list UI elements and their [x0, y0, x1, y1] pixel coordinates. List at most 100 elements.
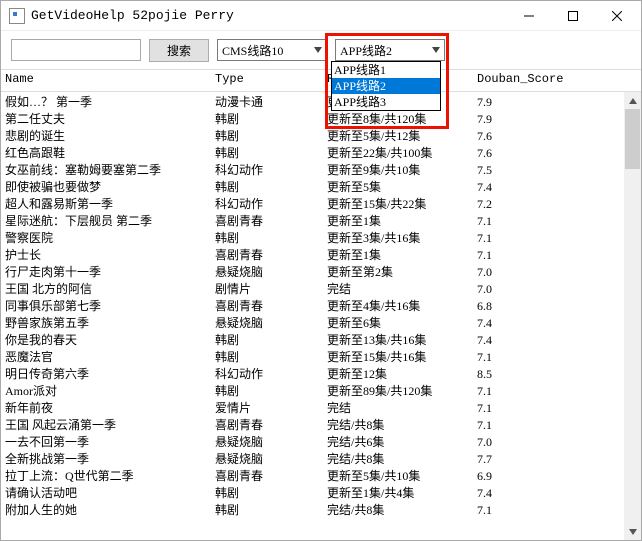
table-row[interactable]: 王国 风起云涌第一季喜剧青春完结/共8集7.1 — [1, 415, 641, 432]
cell-remarks: 更新至3集/共16集 — [323, 228, 473, 245]
vertical-scrollbar[interactable] — [624, 92, 641, 540]
cell-score: 7.1 — [473, 398, 603, 415]
cell-name: 女巫前线：塞勒姆要塞第二季 — [1, 160, 211, 177]
table-row[interactable]: 行尸走肉第十一季悬疑烧脑更新至第2集7.0 — [1, 262, 641, 279]
maximize-icon — [568, 11, 578, 21]
table-row[interactable]: 悲剧的诞生韩剧更新至5集/共12集7.6 — [1, 126, 641, 143]
cell-score: 7.1 — [473, 245, 603, 262]
cell-name: 王国 风起云涌第一季 — [1, 415, 211, 432]
cell-remarks: 更新至13集/共16集 — [323, 330, 473, 347]
cell-score: 7.6 — [473, 126, 603, 143]
table-row[interactable]: 红色高跟鞋韩剧更新至22集/共100集7.6 — [1, 143, 641, 160]
cell-remarks: 更新至12集 — [323, 364, 473, 381]
cell-score: 7.1 — [473, 381, 603, 398]
chevron-down-icon — [310, 40, 326, 60]
cell-type: 韩剧 — [211, 483, 323, 500]
table-row[interactable]: 即使被骗也要做梦韩剧更新至5集7.4 — [1, 177, 641, 194]
cell-name: Amor派对 — [1, 381, 211, 398]
table-row[interactable]: 你是我的春天韩剧更新至13集/共16集7.4 — [1, 330, 641, 347]
table-row[interactable]: 拉丁上流：Q世代第二季喜剧青春更新至5集/共10集6.9 — [1, 466, 641, 483]
cell-type: 悬疑烧脑 — [211, 313, 323, 330]
dropdown-item[interactable]: APP线路3 — [332, 94, 440, 110]
column-header-score[interactable]: Douban_Score — [473, 70, 603, 91]
table-row[interactable]: 野兽家族第五季悬疑烧脑更新至6集7.4 — [1, 313, 641, 330]
table-row[interactable]: Amor派对韩剧更新至89集/共120集7.1 — [1, 381, 641, 398]
cell-type: 悬疑烧脑 — [211, 432, 323, 449]
cell-score: 7.6 — [473, 143, 603, 160]
app-route-select[interactable]: APP线路2 — [335, 39, 445, 61]
listview-body[interactable]: 假如…？ 第一季动漫卡通更新至2集/共10集7.9第二任丈夫韩剧更新至8集/共1… — [1, 92, 641, 532]
cell-type: 爱情片 — [211, 398, 323, 415]
app-icon — [9, 8, 25, 24]
table-row[interactable]: 星际迷航：下层舰员 第二季喜剧青春更新至1集7.1 — [1, 211, 641, 228]
cell-remarks: 完结 — [323, 279, 473, 296]
cell-remarks: 更新至第2集 — [323, 262, 473, 279]
cell-score: 6.9 — [473, 466, 603, 483]
cell-remarks: 更新至1集/共4集 — [323, 483, 473, 500]
cell-score: 7.5 — [473, 160, 603, 177]
cell-remarks: 更新至9集/共10集 — [323, 160, 473, 177]
table-row[interactable]: 女巫前线：塞勒姆要塞第二季科幻动作更新至9集/共10集7.5 — [1, 160, 641, 177]
cell-type: 韩剧 — [211, 143, 323, 160]
app-window: GetVideoHelp 52pojie Perry 搜索 CMS线路10 AP… — [0, 0, 642, 541]
app-route-dropdown[interactable]: APP线路1APP线路2APP线路3 — [331, 61, 441, 111]
column-header-name[interactable]: Name — [1, 70, 211, 91]
table-row[interactable]: 王国 北方的阿信剧情片完结7.0 — [1, 279, 641, 296]
table-row[interactable]: 附加人生的她韩剧完结/共8集7.1 — [1, 500, 641, 517]
video-listview[interactable]: Name Type Remarks Douban_Score 假如…？ 第一季动… — [1, 69, 641, 540]
cell-score: 6.8 — [473, 296, 603, 313]
table-row[interactable]: 同事俱乐部第七季喜剧青春更新至4集/共16集6.8 — [1, 296, 641, 313]
cell-score: 7.9 — [473, 109, 603, 126]
cell-score: 7.0 — [473, 279, 603, 296]
cell-type: 喜剧青春 — [211, 245, 323, 262]
table-row[interactable]: 警察医院韩剧更新至3集/共16集7.1 — [1, 228, 641, 245]
table-row[interactable]: 新年前夜爱情片完结7.1 — [1, 398, 641, 415]
cell-score: 7.0 — [473, 262, 603, 279]
table-row[interactable]: 第二任丈夫韩剧更新至8集/共120集7.9 — [1, 109, 641, 126]
dropdown-item[interactable]: APP线路1 — [332, 62, 440, 78]
search-button[interactable]: 搜索 — [149, 39, 209, 62]
minimize-icon — [524, 11, 534, 21]
cell-remarks: 更新至6集 — [323, 313, 473, 330]
maximize-button[interactable] — [551, 2, 595, 30]
cell-type: 韩剧 — [211, 500, 323, 517]
cell-type: 动漫卡通 — [211, 92, 323, 109]
cell-remarks: 更新至15集/共22集 — [323, 194, 473, 211]
column-header-type[interactable]: Type — [211, 70, 323, 91]
cell-remarks: 更新至5集/共12集 — [323, 126, 473, 143]
dropdown-item[interactable]: APP线路2 — [332, 78, 440, 94]
cell-remarks: 完结/共8集 — [323, 415, 473, 432]
cms-route-value: CMS线路10 — [222, 42, 283, 59]
cell-score: 7.9 — [473, 92, 603, 109]
table-row[interactable]: 全新挑战第一季悬疑烧脑完结/共8集7.7 — [1, 449, 641, 466]
minimize-button[interactable] — [507, 2, 551, 30]
close-button[interactable] — [595, 2, 639, 30]
cell-name: 假如…？ 第一季 — [1, 92, 211, 109]
scroll-up-icon[interactable] — [624, 92, 641, 109]
cell-type: 韩剧 — [211, 330, 323, 347]
cell-type: 韩剧 — [211, 177, 323, 194]
scroll-down-icon[interactable] — [624, 523, 641, 540]
table-row[interactable]: 恶魔法官韩剧更新至15集/共16集7.1 — [1, 347, 641, 364]
scroll-thumb[interactable] — [625, 109, 640, 169]
cms-route-select[interactable]: CMS线路10 — [217, 39, 327, 61]
cell-type: 韩剧 — [211, 109, 323, 126]
cell-type: 喜剧青春 — [211, 296, 323, 313]
table-row[interactable]: 护士长喜剧青春更新至1集7.1 — [1, 245, 641, 262]
cell-name: 明日传奇第六季 — [1, 364, 211, 381]
table-row[interactable]: 一去不回第一季悬疑烧脑完结/共6集7.0 — [1, 432, 641, 449]
cell-remarks: 完结/共8集 — [323, 500, 473, 517]
table-row[interactable]: 超人和露易斯第一季科幻动作更新至15集/共22集7.2 — [1, 194, 641, 211]
table-row[interactable]: 明日传奇第六季科幻动作更新至12集8.5 — [1, 364, 641, 381]
cell-name: 警察医院 — [1, 228, 211, 245]
table-row[interactable]: 请确认活动吧韩剧更新至1集/共4集7.4 — [1, 483, 641, 500]
cell-remarks: 完结/共8集 — [323, 449, 473, 466]
cell-score: 7.1 — [473, 500, 603, 517]
cell-name: 附加人生的她 — [1, 500, 211, 517]
cell-name: 拉丁上流：Q世代第二季 — [1, 466, 211, 483]
cell-remarks: 更新至89集/共120集 — [323, 381, 473, 398]
search-input[interactable] — [11, 39, 141, 61]
cell-name: 超人和露易斯第一季 — [1, 194, 211, 211]
cell-remarks: 更新至1集 — [323, 211, 473, 228]
table-row[interactable]: 假如…？ 第一季动漫卡通更新至2集/共10集7.9 — [1, 92, 641, 109]
